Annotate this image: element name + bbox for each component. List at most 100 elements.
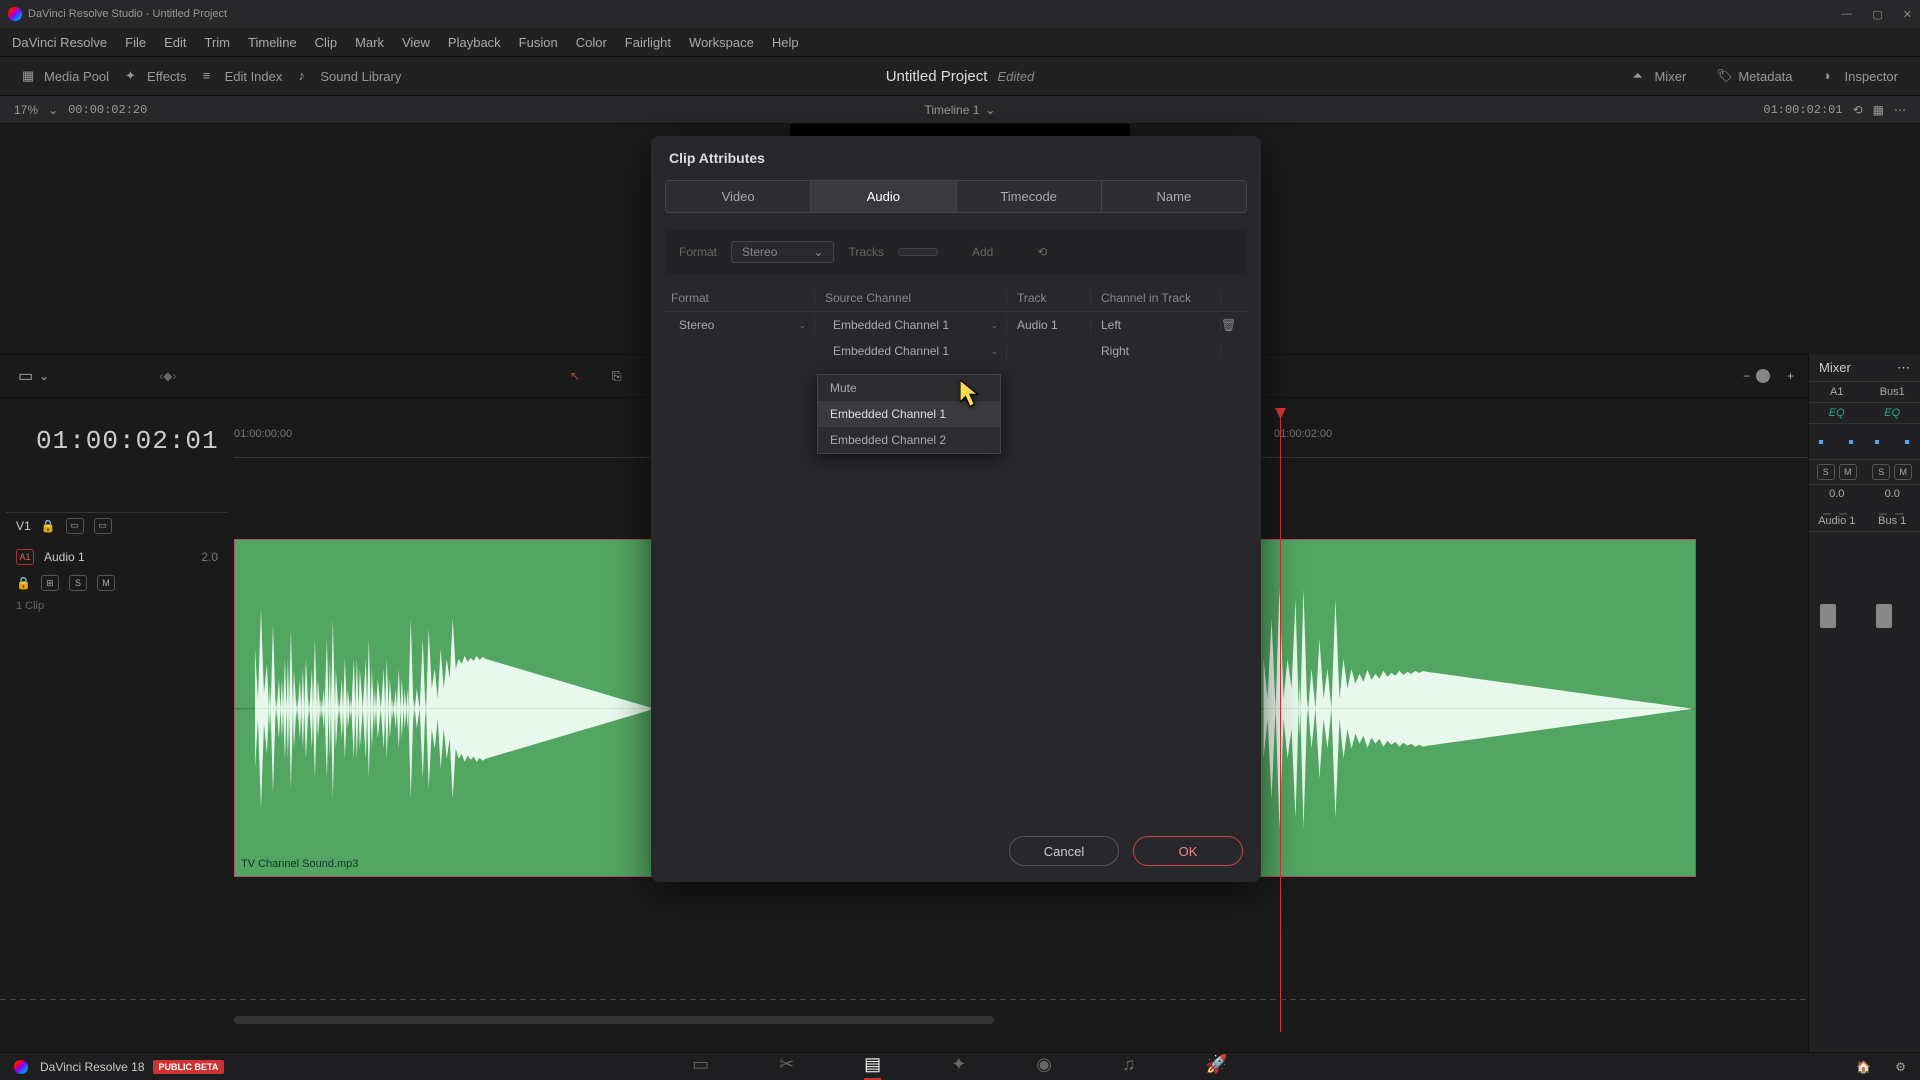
solo-button[interactable]: S (69, 575, 87, 591)
col-track: Track (1007, 291, 1091, 305)
timecode-right: 01:00:02:01 (1763, 103, 1842, 117)
more-icon[interactable]: ⋯ (1897, 360, 1910, 376)
inspector-button[interactable]: ◑Inspector (1815, 64, 1906, 88)
edit-index-button[interactable]: ≡Edit Index (195, 64, 291, 88)
row-format-select[interactable]: Stereo⌄ (671, 316, 814, 334)
pan-control[interactable] (1809, 424, 1865, 460)
zoom-slider[interactable] (1756, 369, 1770, 383)
dialog-title: Clip Attributes (651, 136, 1261, 180)
metadata-button[interactable]: 🏷Metadata (1708, 64, 1800, 88)
db-value: 0.0 (1885, 485, 1900, 503)
tab-video[interactable]: Video (666, 181, 811, 212)
media-pool-button[interactable]: ▦Media Pool (14, 64, 117, 88)
menu-fairlight[interactable]: Fairlight (625, 35, 671, 50)
ruler-label: 01:00:02:00 (1274, 428, 1332, 440)
mixer-button[interactable]: ⏶Mixer (1625, 64, 1695, 88)
delete-row-icon[interactable]: 🗑 (1221, 318, 1247, 332)
edit-page-icon[interactable]: ▤ (864, 1054, 881, 1080)
media-page-icon[interactable]: ▭ (692, 1054, 709, 1080)
marker-icon[interactable]: ◆ (163, 369, 172, 383)
eq-button[interactable]: EQ (1865, 403, 1920, 424)
timeline-scrollbar[interactable] (234, 1016, 994, 1024)
menu-davinci[interactable]: DaVinci Resolve (12, 35, 107, 50)
track-toggle-icon[interactable]: ▭ (94, 518, 112, 534)
menu-edit[interactable]: Edit (164, 35, 186, 50)
sync-icon[interactable]: ⟲ (1853, 103, 1863, 117)
settings-icon[interactable]: ⚙ (1895, 1060, 1906, 1074)
pan-control[interactable] (1865, 424, 1920, 460)
solo-button[interactable]: S (1872, 464, 1890, 480)
menu-fusion[interactable]: Fusion (519, 35, 558, 50)
ruler-label: 01:00:00:00 (234, 428, 292, 440)
chevron-down-icon[interactable]: ⌄ (39, 369, 49, 383)
timeline-name[interactable]: Timeline 1 (925, 103, 980, 117)
fairlight-page-icon[interactable]: ♫ (1122, 1054, 1136, 1080)
reset-icon[interactable]: ⟲ (1037, 245, 1047, 259)
maximize-icon[interactable]: ▢ (1872, 8, 1882, 21)
ok-button[interactable]: OK (1133, 836, 1243, 866)
track-toggle-icon[interactable]: ▭ (66, 518, 84, 534)
menu-clip[interactable]: Clip (315, 35, 337, 50)
channel-row: Stereo⌄ Embedded Channel 1⌄ Audio 1 Left… (665, 312, 1247, 338)
fader[interactable] (1820, 604, 1836, 628)
solo-button[interactable]: S (1817, 464, 1835, 480)
dialog-tabs: Video Audio Timecode Name (665, 180, 1247, 213)
next-edit-icon[interactable]: › (172, 369, 176, 383)
mute-button[interactable]: M (1894, 464, 1912, 480)
range-tool-icon[interactable]: ⎘ (612, 369, 622, 384)
audio-track-id[interactable]: A1 (16, 549, 34, 565)
deliver-page-icon[interactable]: 🚀 (1206, 1054, 1228, 1080)
zoom-in-icon[interactable]: + (1787, 369, 1794, 383)
fader[interactable] (1876, 604, 1892, 628)
row-source-select-2[interactable]: Embedded Channel 1⌄ (825, 342, 1006, 360)
playhead[interactable] (1280, 414, 1281, 1032)
cut-page-icon[interactable]: ✂ (779, 1054, 794, 1080)
lock-icon[interactable]: 🔒 (41, 519, 56, 533)
pointer-tool-icon[interactable]: ↖ (570, 369, 580, 383)
tracks-label: Tracks (848, 245, 884, 259)
cancel-button[interactable]: Cancel (1009, 836, 1119, 866)
track-headers: V1 🔒 ▭ ▭ A1 Audio 1 2.0 🔒 ⊞ S M 1 Clip (6, 512, 228, 616)
more-icon[interactable]: ⋯ (1894, 103, 1906, 117)
menu-view[interactable]: View (402, 35, 430, 50)
timeline-view-icon[interactable]: ▭ (18, 366, 33, 386)
lock-icon[interactable]: 🔒 (16, 576, 31, 590)
zoom-out-icon[interactable]: − (1743, 369, 1750, 383)
layout-icon[interactable]: ▦ (1873, 103, 1884, 117)
sound-library-icon: ♪ (298, 68, 314, 84)
auto-icon[interactable]: ⊞ (41, 575, 59, 591)
sub-toolbar: 17% ⌄ 00:00:02:20 Timeline 1 ⌄ 01:00:02:… (0, 96, 1920, 124)
chevron-down-icon[interactable]: ⌄ (48, 103, 58, 117)
row-source-select-1[interactable]: Embedded Channel 1⌄ (825, 316, 1006, 334)
effects-button[interactable]: ✦Effects (117, 64, 195, 88)
dropdown-item-ch2[interactable]: Embedded Channel 2 (818, 427, 1000, 453)
level-meter (1809, 503, 1865, 511)
sound-library-button[interactable]: ♪Sound Library (290, 64, 409, 88)
tracks-input[interactable] (898, 248, 938, 256)
menu-help[interactable]: Help (772, 35, 799, 50)
tab-name[interactable]: Name (1102, 181, 1246, 212)
color-page-icon[interactable]: ◉ (1036, 1054, 1052, 1080)
fusion-page-icon[interactable]: ✦ (951, 1054, 966, 1080)
close-icon[interactable]: ✕ (1903, 8, 1912, 21)
menu-file[interactable]: File (125, 35, 146, 50)
mixer-icon: ⏶ (1633, 68, 1649, 84)
menu-color[interactable]: Color (576, 35, 607, 50)
tab-audio[interactable]: Audio (811, 181, 956, 212)
add-button[interactable]: Add (972, 245, 993, 259)
chevron-down-icon[interactable]: ⌄ (985, 103, 995, 117)
eq-button[interactable]: EQ (1809, 403, 1865, 424)
menu-timeline[interactable]: Timeline (248, 35, 297, 50)
menu-trim[interactable]: Trim (205, 35, 231, 50)
minimize-icon[interactable]: — (1841, 8, 1852, 21)
mute-button[interactable]: M (97, 575, 115, 591)
col-channel-in-track: Channel in Track (1091, 291, 1221, 305)
menu-workspace[interactable]: Workspace (689, 35, 754, 50)
mute-button[interactable]: M (1839, 464, 1857, 480)
menu-playback[interactable]: Playback (448, 35, 501, 50)
tab-timecode[interactable]: Timecode (957, 181, 1102, 212)
home-icon[interactable]: 🏠 (1856, 1060, 1871, 1074)
zoom-value[interactable]: 17% (14, 103, 38, 117)
format-select[interactable]: Stereo⌄ (731, 241, 834, 263)
menu-mark[interactable]: Mark (355, 35, 384, 50)
